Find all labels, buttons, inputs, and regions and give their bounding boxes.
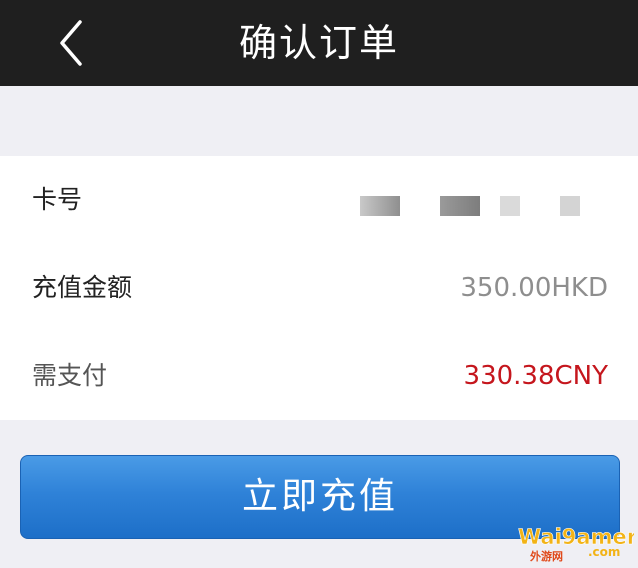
pay-value: 330.38CNY [463, 361, 608, 391]
page-title: 确认订单 [238, 21, 399, 65]
watermark-cn: 外游网 [529, 549, 563, 562]
blurred-card-number [360, 196, 580, 218]
amount-value: 350.00HKD [460, 273, 608, 303]
amount-row: 充值金额 350.00HKD [0, 244, 638, 332]
watermark-com: .com [588, 545, 620, 559]
card-number-row: 卡号 [0, 156, 638, 244]
amount-label: 充值金额 [32, 273, 133, 302]
pay-label: 需支付 [32, 361, 108, 390]
order-details-card: 卡号 充值金额 350.00HKD 需支付 330.38CNY [0, 156, 638, 420]
site-watermark-logo: Wai9amer .com 外游网 [516, 520, 638, 563]
pay-row: 需支付 330.38CNY [0, 332, 638, 420]
card-number-label: 卡号 [32, 185, 83, 214]
nav-bar: 确认订单 [0, 0, 638, 86]
